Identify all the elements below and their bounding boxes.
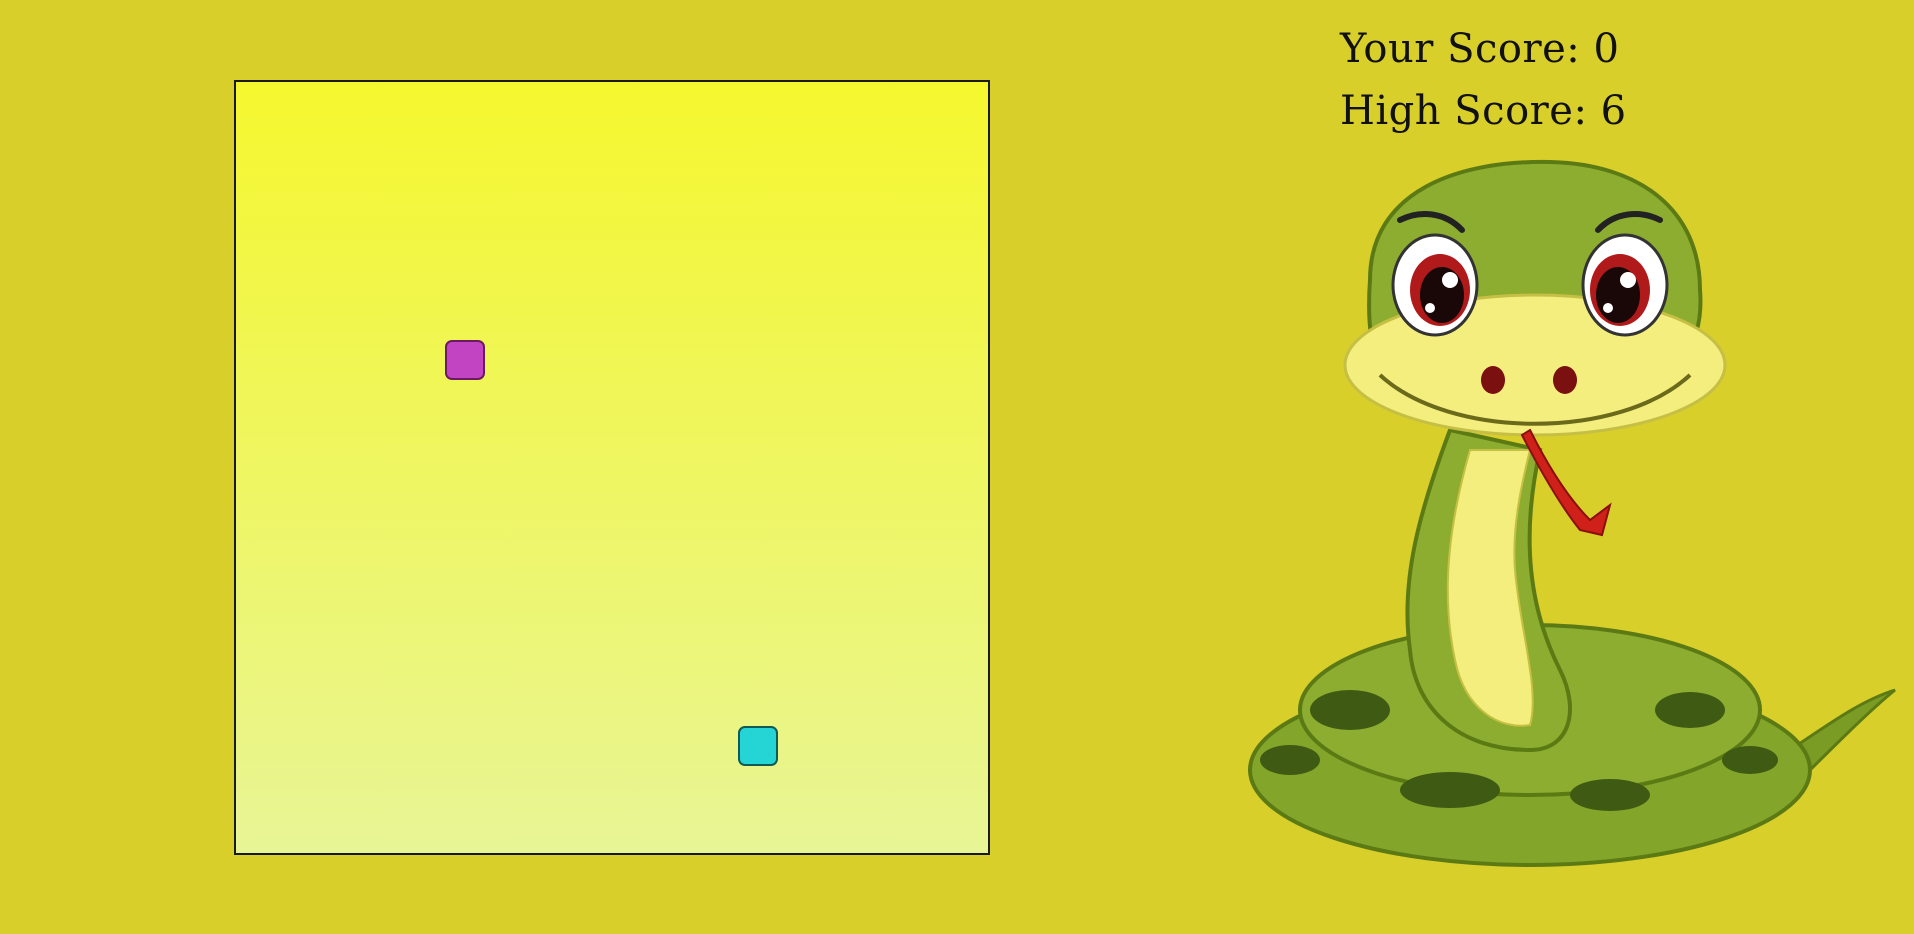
your-score: Your Score: 0 xyxy=(1340,26,1619,72)
cartoon-snake-illustration xyxy=(1248,159,1896,867)
snake-left-eye xyxy=(1391,233,1479,337)
high-score-value: 6 xyxy=(1600,88,1627,134)
your-score-value: 0 xyxy=(1593,26,1620,72)
game-board[interactable] xyxy=(234,80,990,855)
high-score: High Score: 6 xyxy=(1340,88,1627,134)
snake-head xyxy=(738,726,778,766)
high-score-label: High Score: xyxy=(1340,88,1601,134)
snake-right-eye xyxy=(1581,233,1669,337)
food-tile xyxy=(445,340,485,380)
your-score-label: Your Score: xyxy=(1340,26,1594,72)
